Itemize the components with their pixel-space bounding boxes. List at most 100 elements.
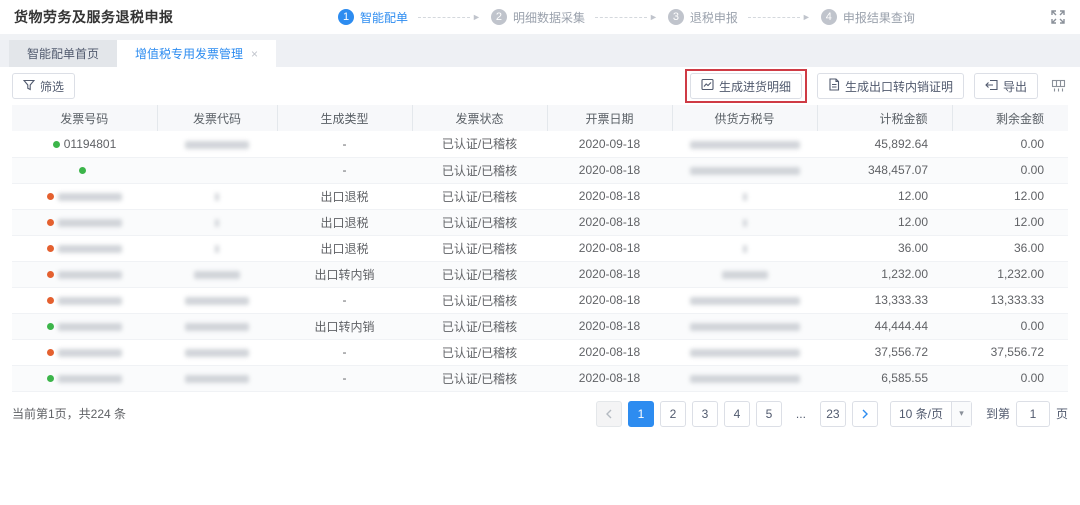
status-dot [47, 271, 54, 279]
table-row[interactable]: 出口退税 已认证/已稽核 2020-08-18 12.00 12.00 [12, 209, 1068, 236]
pagination: 12345...23 10 条/页 ▾ 到第 页 [595, 400, 1068, 427]
cell-generate-type: - [277, 157, 412, 184]
table-row[interactable]: 出口转内销 已认证/已稽核 2020-08-18 1,232.00 1,232.00 [12, 261, 1068, 288]
status-dot [52, 141, 60, 149]
step-number-badge: 1 [338, 9, 354, 25]
redacted-value [742, 244, 747, 253]
step-number-badge: 3 [667, 9, 684, 25]
status-dot [47, 245, 54, 253]
tab-1[interactable]: 增值税专用发票管理 × [117, 40, 277, 67]
cell-invoice-status: 已认证/已稽核 [412, 261, 547, 288]
column-settings-icon[interactable] [1048, 76, 1068, 96]
cell-remain-amount: 13,333.33 [952, 287, 1068, 314]
cell-remain-amount: 12.00 [952, 209, 1068, 236]
page-ellipsis: ... [795, 406, 806, 421]
redacted-value [689, 140, 800, 149]
page-button-23[interactable]: 23 [819, 400, 846, 427]
page-button-3[interactable]: 3 [691, 400, 718, 427]
cell-generate-type: 出口转内销 [277, 261, 412, 288]
cell-invoice-status: 已认证/已稽核 [412, 313, 547, 340]
cell-invoice-number [12, 235, 157, 262]
table-row[interactable]: 出口退税 已认证/已稽核 2020-08-18 12.00 12.00 [12, 183, 1068, 210]
cell-issue-date: 2020-08-18 [547, 339, 672, 366]
cell-tax-amount: 13,333.33 [817, 287, 952, 314]
cell-generate-type: - [277, 131, 412, 158]
cell-invoice-status: 已认证/已稽核 [412, 339, 547, 366]
status-dot [47, 323, 54, 331]
cell-invoice-code [157, 157, 277, 184]
cell-remain-amount: 37,556.72 [952, 339, 1068, 366]
cell-remain-amount: 0.00 [952, 131, 1068, 158]
close-icon[interactable]: × [251, 48, 258, 60]
cell-invoice-status: 已认证/已稽核 [412, 287, 547, 314]
table-row[interactable]: 出口转内销 已认证/已稽核 2020-08-18 44,444.44 0.00 [12, 313, 1068, 340]
redacted-value [742, 192, 747, 201]
cell-remain-amount: 12.00 [952, 183, 1068, 210]
cell-issue-date: 2020-08-18 [547, 183, 672, 210]
table-row[interactable]: - 已认证/已稽核 2020-08-18 6,585.55 0.00 [12, 365, 1068, 392]
funnel-icon [22, 79, 36, 94]
cell-issue-date: 2020-08-18 [547, 365, 672, 392]
redacted-value [689, 348, 800, 357]
cell-issue-date: 2020-08-18 [547, 157, 672, 184]
redacted-value [58, 192, 122, 201]
redacted-value [58, 218, 122, 227]
invoice-table: 发票号码 发票代码 生成类型 发票状态 开票日期 供货方税号 计税金额 剩余金额 011948… [12, 105, 1068, 392]
cell-issue-date: 2020-08-18 [547, 235, 672, 262]
table-header-row: 发票号码 发票代码 生成类型 发票状态 开票日期 供货方税号 计税金额 剩余金额 [12, 105, 1068, 131]
status-dot [47, 349, 54, 357]
page-button-4[interactable]: 4 [723, 400, 750, 427]
cell-remain-amount: 0.00 [952, 157, 1068, 184]
cell-invoice-number [12, 157, 157, 184]
cell-remain-amount: 1,232.00 [952, 261, 1068, 288]
table-row[interactable]: 出口退税 已认证/已稽核 2020-08-18 36.00 36.00 [12, 235, 1068, 262]
step-label: 明细数据采集 [512, 10, 585, 25]
table-body: 01194801- 已认证/已稽核 2020-09-18 45,892.64 0.00-… [12, 131, 1068, 392]
table-row[interactable]: - 已认证/已稽核 2020-08-18 13,333.33 13,333.33 [12, 287, 1068, 314]
page-button-1[interactable]: 1 [627, 400, 654, 427]
cell-supplier-tax-id [672, 339, 817, 366]
chart-icon [701, 78, 714, 94]
cell-issue-date: 2020-08-18 [547, 287, 672, 314]
cell-invoice-code [157, 261, 277, 288]
cell-supplier-tax-id [672, 209, 817, 236]
page-button-2[interactable]: 2 [659, 400, 686, 427]
goto-page-input[interactable] [1015, 400, 1050, 427]
generate-export-cert-button[interactable]: 生成出口转内销证明 [816, 73, 964, 99]
toolbar: 筛选 生成进货明细 生成出口转内销证明 导出 [0, 67, 1080, 105]
export-button[interactable]: 导出 [973, 73, 1038, 99]
tab-bar: 智能配单首页 增值税专用发票管理 × [0, 40, 1080, 67]
generate-purchase-detail-button[interactable]: 生成进货明细 [689, 73, 802, 99]
column-header: 供货方税号 [672, 105, 818, 131]
table-row[interactable]: 01194801 - 已认证/已稽核 2020-09-18 45,892.64 0.00 [12, 131, 1068, 158]
step-number-badge: 4 [820, 9, 837, 25]
page-button-5[interactable]: 5 [755, 400, 782, 427]
cell-invoice-code [157, 339, 277, 366]
cell-invoice-number: 01194801 [12, 131, 157, 158]
goto-page-label: 到第 [985, 407, 1010, 421]
status-dot [47, 297, 54, 305]
export-icon [985, 79, 998, 94]
page-size-select[interactable]: 10 条/页 ▾ [889, 400, 972, 427]
redacted-value [721, 270, 768, 279]
table-row[interactable]: - 已认证/已稽核 2020-08-18 348,457.07 0.00 [12, 157, 1068, 184]
cell-invoice-status: 已认证/已稽核 [412, 157, 547, 184]
fullscreen-icon[interactable] [1050, 9, 1066, 25]
redacted-value [185, 348, 249, 357]
tab-label: 增值税专用发票管理 [135, 47, 244, 61]
next-page-button[interactable] [851, 400, 878, 427]
cell-invoice-number [12, 365, 157, 392]
cell-issue-date: 2020-08-18 [547, 313, 672, 340]
table-row[interactable]: - 已认证/已稽核 2020-08-18 37,556.72 37,556.72 [12, 339, 1068, 366]
cell-invoice-status: 已认证/已稽核 [412, 209, 547, 236]
filter-button[interactable]: 筛选 [12, 73, 76, 99]
tab-0[interactable]: 智能配单首页 [9, 40, 118, 67]
status-dot [47, 219, 54, 227]
cell-invoice-number [12, 209, 157, 236]
cell-tax-amount: 12.00 [817, 209, 952, 236]
document-icon [828, 78, 840, 94]
redacted-value [58, 374, 122, 383]
prev-page-button[interactable] [595, 400, 622, 427]
cell-generate-type: 出口退税 [277, 183, 412, 210]
status-dot [47, 193, 54, 201]
